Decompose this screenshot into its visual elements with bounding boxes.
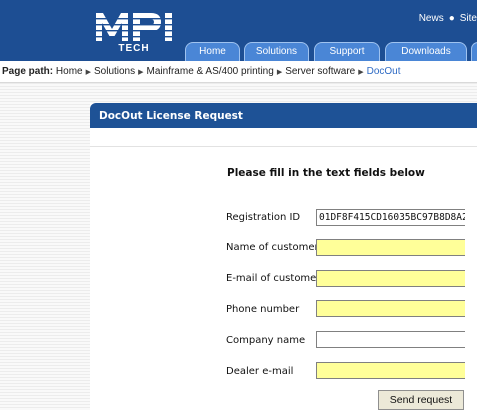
breadcrumb: Page path: Home ▶ Solutions ▶ Mainframe & AS… bbox=[0, 61, 477, 83]
breadcrumb-current[interactable]: DocOut bbox=[367, 66, 401, 77]
site-link[interactable]: Site bbox=[460, 13, 477, 24]
news-link[interactable]: News bbox=[419, 13, 444, 24]
breadcrumb-home[interactable]: Home bbox=[56, 66, 83, 77]
form-instruction: Please fill in the text fields below bbox=[227, 167, 425, 179]
tab-overflow[interactable] bbox=[471, 42, 477, 61]
customer-email-field[interactable] bbox=[316, 270, 465, 287]
breadcrumb-mainframe[interactable]: Mainframe & AS/400 printing bbox=[147, 66, 274, 77]
site-header: TECH News ● Site Home Solutions Support Do… bbox=[0, 0, 477, 61]
breadcrumb-server-software[interactable]: Server software bbox=[285, 66, 355, 77]
top-links: News ● Site bbox=[419, 13, 477, 24]
send-request-button[interactable]: Send request bbox=[378, 390, 464, 410]
triangle-right-icon: ▶ bbox=[276, 69, 283, 76]
customer-name-label: Name of customer bbox=[226, 242, 319, 253]
registration-id-field[interactable] bbox=[316, 209, 465, 226]
striped-spacer bbox=[90, 83, 477, 103]
tab-solutions[interactable]: Solutions bbox=[244, 42, 309, 61]
registration-id-label: Registration ID bbox=[226, 212, 301, 223]
dealer-email-label: Dealer e-mail bbox=[226, 366, 294, 377]
logo-subtext: TECH bbox=[118, 43, 150, 54]
tab-support[interactable]: Support bbox=[314, 42, 380, 61]
panel-title: DocOut License Request bbox=[90, 103, 477, 128]
phone-number-label: Phone number bbox=[226, 304, 300, 315]
left-sidebar bbox=[0, 83, 90, 410]
divider bbox=[90, 146, 477, 147]
triangle-right-icon: ▶ bbox=[138, 69, 144, 76]
triangle-right-icon: ▶ bbox=[85, 69, 91, 76]
customer-email-label: E-mail of customer bbox=[226, 273, 321, 284]
company-name-field[interactable] bbox=[316, 331, 465, 348]
company-name-label: Company name bbox=[226, 335, 306, 346]
bullet-icon: ● bbox=[448, 13, 455, 24]
customer-name-field[interactable] bbox=[316, 239, 465, 256]
breadcrumb-label: Page path: bbox=[2, 66, 54, 77]
breadcrumb-solutions[interactable]: Solutions bbox=[94, 66, 135, 77]
tab-downloads[interactable]: Downloads bbox=[385, 42, 467, 61]
tab-home[interactable]: Home bbox=[185, 42, 240, 61]
triangle-right-icon: ▶ bbox=[358, 69, 364, 76]
phone-number-field[interactable] bbox=[316, 300, 465, 317]
dealer-email-field[interactable] bbox=[316, 362, 465, 379]
